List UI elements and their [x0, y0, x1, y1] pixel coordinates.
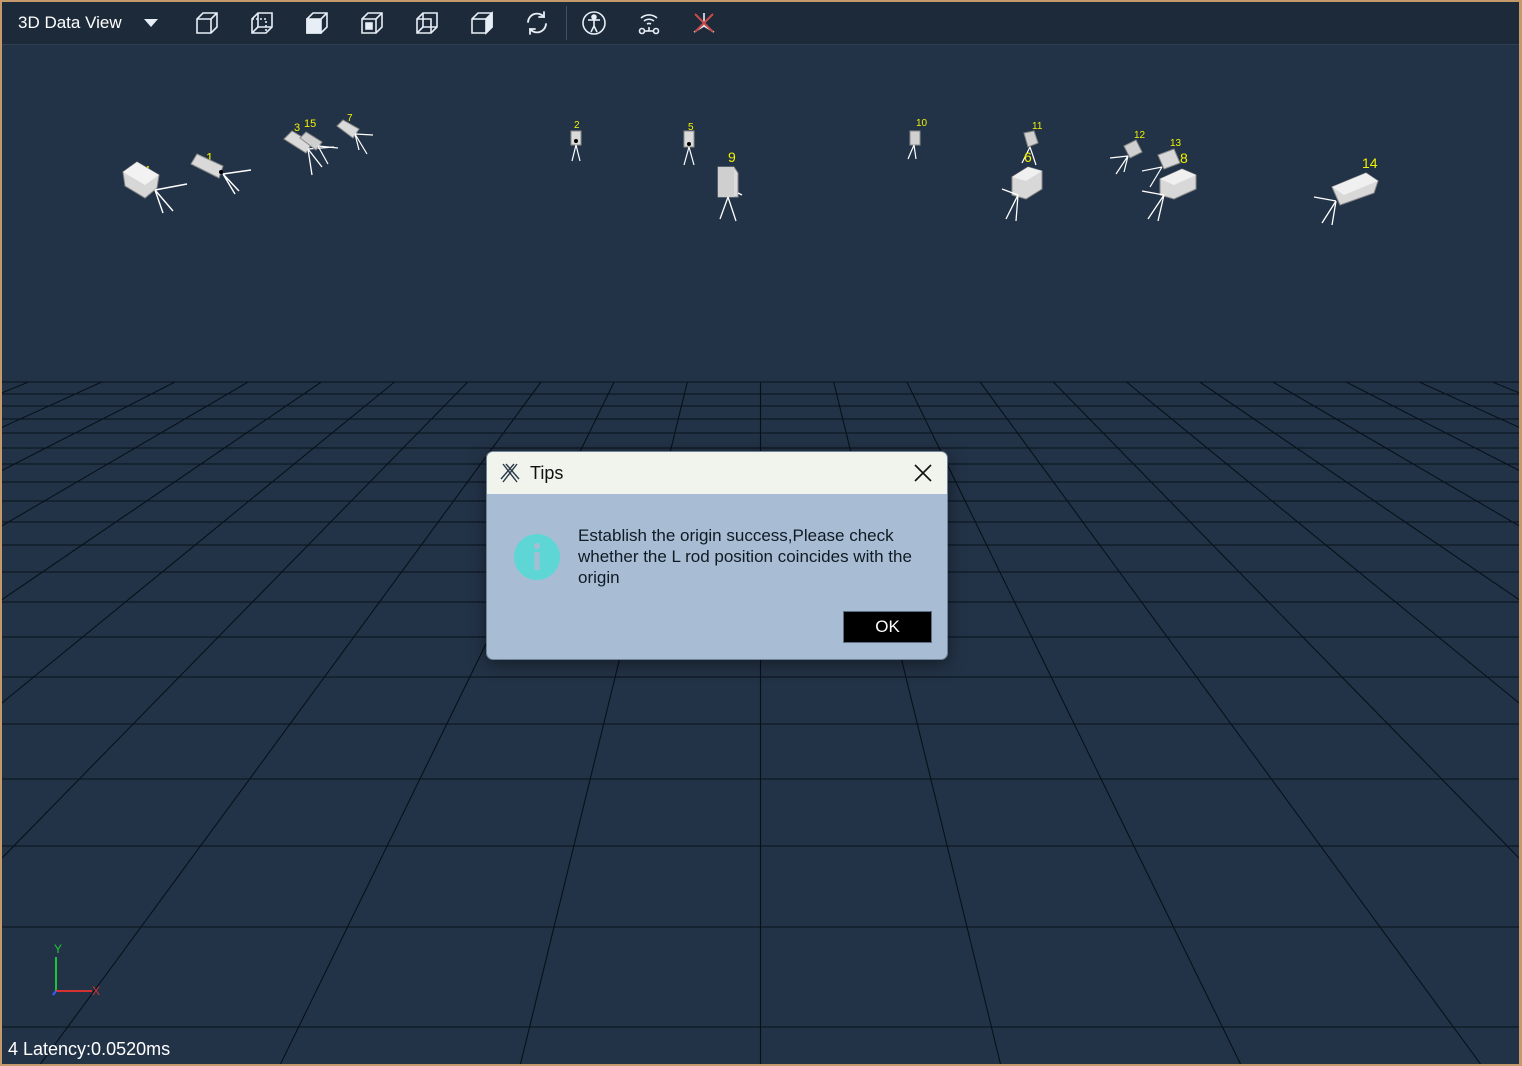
ok-button[interactable]: OK	[843, 611, 932, 643]
tips-dialog: Tips Establish the origin success,Please…	[486, 451, 948, 660]
modal-overlay: Tips Establish the origin success,Please…	[0, 0, 1522, 1066]
info-icon	[514, 534, 560, 580]
close-icon[interactable]	[911, 461, 935, 485]
app-logo-icon	[500, 463, 520, 483]
dialog-message: Establish the origin success,Please chec…	[578, 526, 912, 587]
dialog-title: Tips	[530, 462, 564, 483]
dialog-titlebar: Tips	[487, 452, 947, 494]
